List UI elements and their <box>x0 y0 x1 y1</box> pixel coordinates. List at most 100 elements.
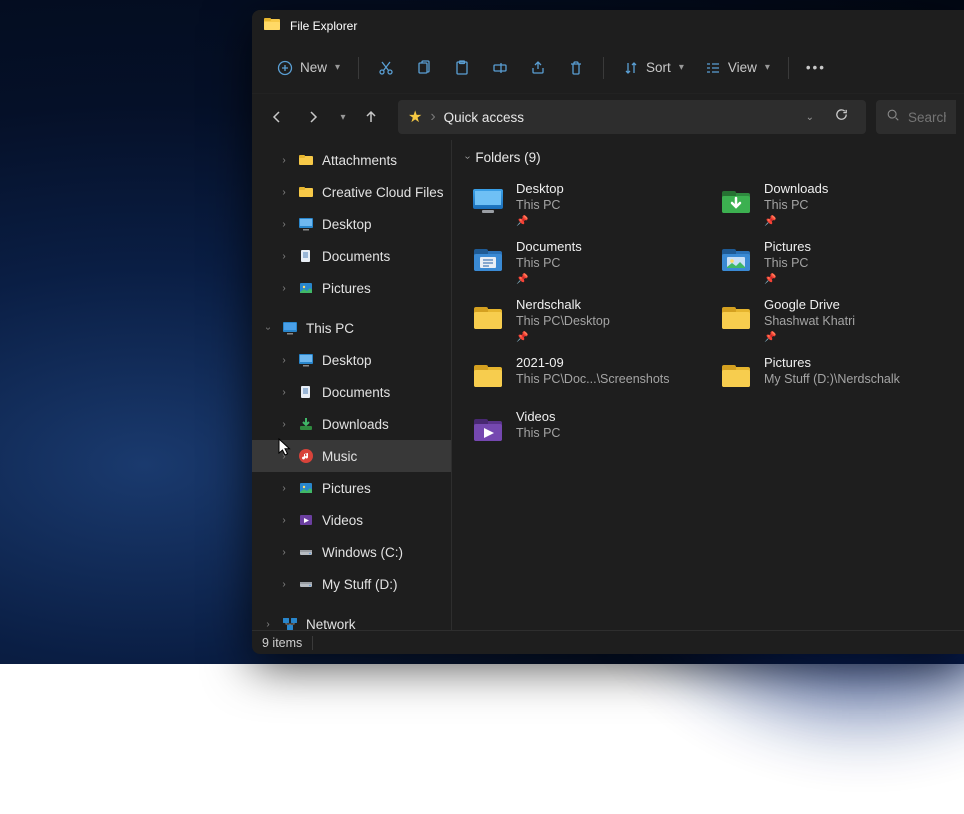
sidebar-network[interactable]: › Network <box>252 608 451 630</box>
item-name: Videos <box>516 409 560 424</box>
rename-icon <box>491 59 509 77</box>
delete-button[interactable] <box>559 53 593 83</box>
chevron-icon: › <box>262 619 274 630</box>
sidebar-quick-1[interactable]: › Creative Cloud Files <box>252 176 451 208</box>
folder-item[interactable]: PicturesThis PC📌 <box>708 233 956 291</box>
sort-button[interactable]: Sort ▾ <box>614 53 692 83</box>
share-button[interactable] <box>521 53 555 83</box>
chevron-icon: › <box>278 355 290 366</box>
chevron-down-icon: ▾ <box>765 62 770 73</box>
paste-button[interactable] <box>445 53 479 83</box>
chevron-icon: › <box>278 547 290 558</box>
chevron-icon: › <box>278 187 290 198</box>
folder-lg-icon <box>470 299 506 335</box>
more-button[interactable]: ••• <box>799 53 833 83</box>
sidebar-thispc-0[interactable]: ›Desktop <box>252 344 451 376</box>
sidebar-thispc-7[interactable]: ›My Stuff (D:) <box>252 568 451 600</box>
chevron-down-icon: ▾ <box>679 62 684 73</box>
item-name: 2021-09 <box>516 355 670 370</box>
sort-label: Sort <box>646 60 671 75</box>
network-icon <box>282 616 298 630</box>
folder-item[interactable]: DocumentsThis PC📌 <box>460 233 708 291</box>
navbar: ▾ ★ › Quick access ⌄ <box>252 94 964 140</box>
statusbar: 9 items <box>252 630 964 654</box>
chevron-icon: › <box>278 251 290 262</box>
sidebar-quick-4[interactable]: › Pictures <box>252 272 451 304</box>
trash-icon <box>567 59 585 77</box>
search-icon <box>886 108 900 127</box>
new-button[interactable]: New ▾ <box>268 53 348 83</box>
sidebar-thispc-5[interactable]: ›Videos <box>252 504 451 536</box>
item-sublabel: This PC\Desktop <box>516 314 610 328</box>
copy-icon <box>415 59 433 77</box>
sidebar-item-label: Pictures <box>322 281 371 296</box>
view-button[interactable]: View ▾ <box>696 53 778 83</box>
folder-item[interactable]: VideosThis PC <box>460 403 708 457</box>
folder-item[interactable]: NerdschalkThis PC\Desktop📌 <box>460 291 708 349</box>
pin-icon: 📌 <box>764 216 828 227</box>
chevron-icon: › <box>278 515 290 526</box>
item-sublabel: This PC <box>516 198 564 212</box>
chevron-down-icon: ▾ <box>340 112 345 123</box>
forward-button[interactable] <box>296 100 330 134</box>
search-input[interactable] <box>908 110 946 125</box>
plus-circle-icon <box>276 59 294 77</box>
sidebar-thispc-1[interactable]: ›Documents <box>252 376 451 408</box>
chevron-icon: › <box>278 451 290 462</box>
refresh-button[interactable] <box>826 107 856 127</box>
item-name: Pictures <box>764 355 900 370</box>
cut-button[interactable] <box>369 53 403 83</box>
chevron-down-icon: ▾ <box>335 62 340 73</box>
search-box[interactable] <box>876 100 956 134</box>
rename-button[interactable] <box>483 53 517 83</box>
folder-item[interactable]: 2021-09This PC\Doc...\Screenshots <box>460 349 708 403</box>
copy-button[interactable] <box>407 53 441 83</box>
folder-lg-icon <box>718 357 754 393</box>
folder-item[interactable]: Google DriveShashwat Khatri📌 <box>708 291 956 349</box>
sidebar-thispc-4[interactable]: ›Pictures <box>252 472 451 504</box>
window-title: File Explorer <box>290 19 357 33</box>
item-name: Desktop <box>516 181 564 196</box>
pictures-icon <box>298 480 314 496</box>
up-button[interactable] <box>354 100 388 134</box>
videos-lg-icon <box>470 411 506 447</box>
sidebar-item-label: Pictures <box>322 481 371 496</box>
sidebar-item-label: Music <box>322 449 357 464</box>
folder-item[interactable]: Desktop This PC 📌 <box>460 175 708 233</box>
sidebar-quick-2[interactable]: ›Desktop <box>252 208 451 240</box>
sidebar-item-label: Downloads <box>322 417 389 432</box>
pin-icon: 📌 <box>516 274 582 285</box>
content-pane: › Folders (9) Desktop This PC 📌 Downloads Th… <box>452 140 964 630</box>
sidebar-item-label: Network <box>306 617 356 631</box>
desktop-icon <box>298 216 314 232</box>
group-header-folders[interactable]: › Folders (9) <box>460 146 956 175</box>
chevron-icon: › <box>278 283 290 294</box>
folder-item[interactable]: Downloads This PC 📌 <box>708 175 956 233</box>
view-label: View <box>728 60 757 75</box>
chevron-icon: › <box>278 419 290 430</box>
pin-icon: 📌 <box>516 216 564 227</box>
folder-item[interactable]: PicturesMy Stuff (D:)\Nerdschalk <box>708 349 956 403</box>
sidebar-this-pc[interactable]: ›This PC <box>252 312 451 344</box>
address-bar[interactable]: ★ › Quick access ⌄ <box>398 100 866 134</box>
new-label: New <box>300 60 327 75</box>
sidebar-thispc-6[interactable]: ›Windows (C:) <box>252 536 451 568</box>
sidebar-thispc-3[interactable]: › Music <box>252 440 451 472</box>
item-name: Downloads <box>764 181 828 196</box>
documents-lg-icon <box>470 241 506 277</box>
chevron-icon: › <box>263 322 274 334</box>
item-name: Pictures <box>764 239 811 254</box>
recent-button[interactable]: ▾ <box>332 100 352 134</box>
sidebar-quick-0[interactable]: ›Attachments <box>252 144 451 176</box>
item-sublabel: This PC <box>764 198 828 212</box>
sidebar-item-label: Creative Cloud Files <box>322 185 444 200</box>
back-button[interactable] <box>260 100 294 134</box>
drive-icon <box>298 544 314 560</box>
downloads-lg-icon <box>718 183 754 219</box>
star-icon: ★ <box>408 107 422 127</box>
videos-icon <box>298 512 314 528</box>
sidebar-thispc-2[interactable]: › Downloads <box>252 408 451 440</box>
documents-icon <box>298 248 314 264</box>
sidebar-quick-3[interactable]: ›Documents <box>252 240 451 272</box>
pin-icon: 📌 <box>764 274 811 285</box>
